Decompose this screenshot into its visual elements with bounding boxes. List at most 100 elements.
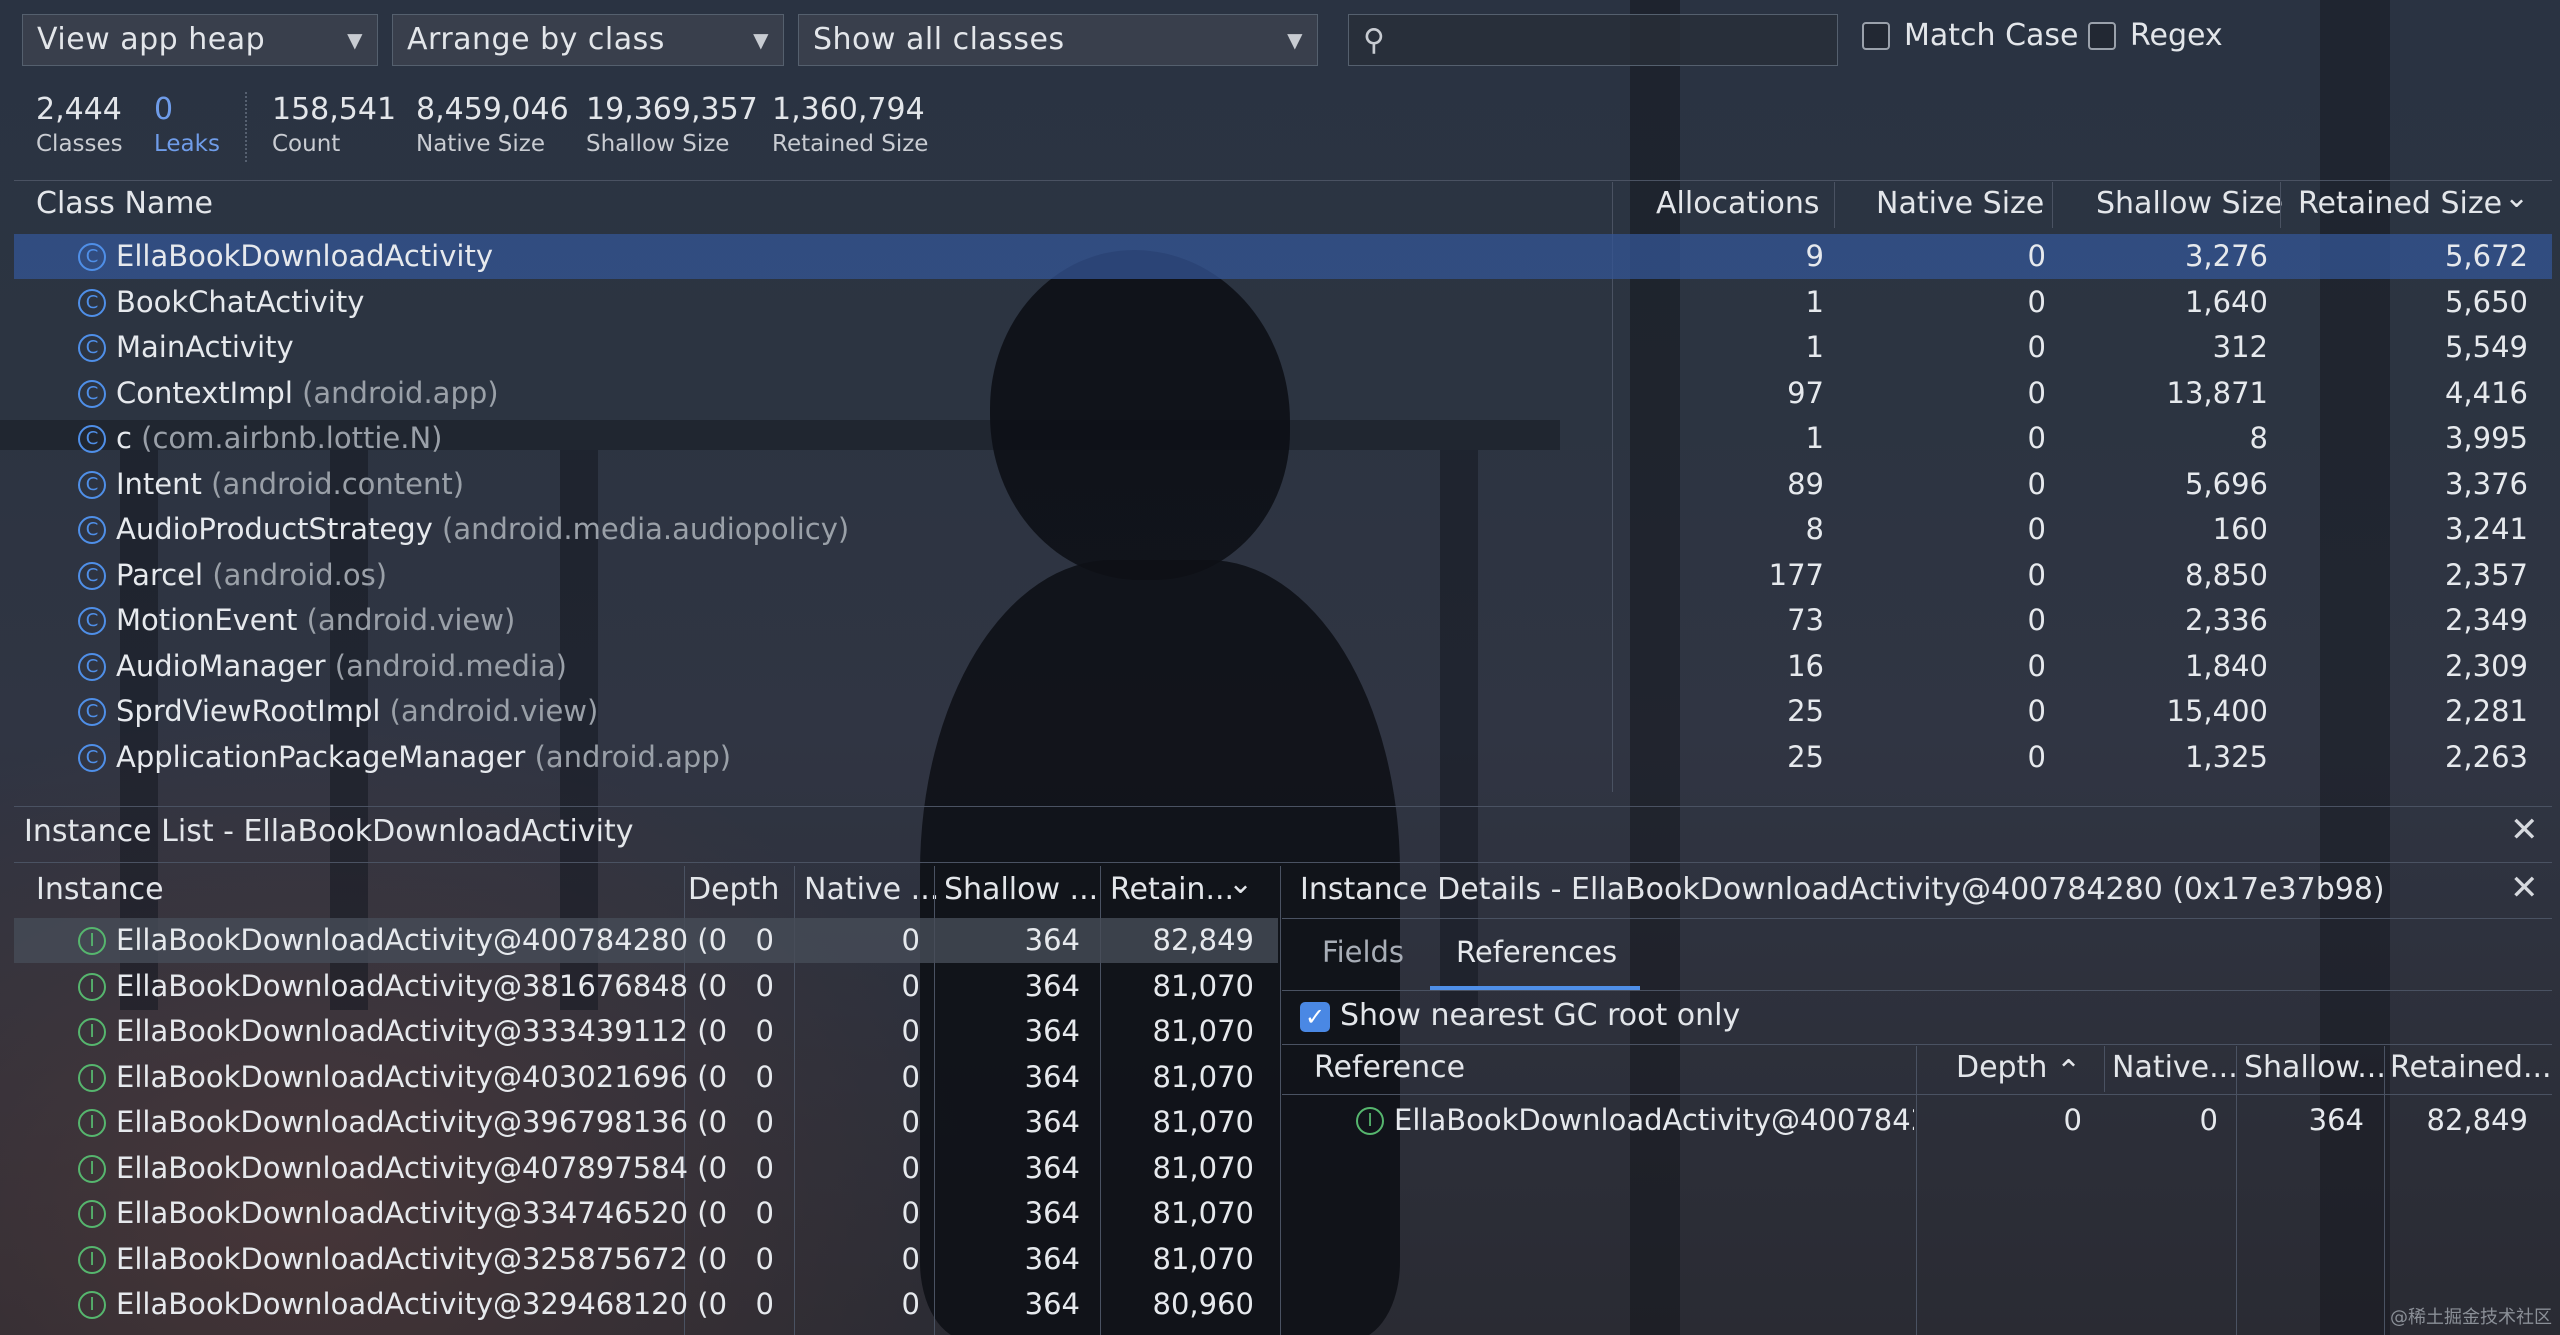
class-name: BookChatActivity bbox=[116, 280, 364, 325]
match-case-label: Match Case bbox=[1904, 18, 2079, 53]
gc-root-checkbox[interactable]: ✓ bbox=[1300, 1002, 1330, 1032]
cell-retained: 81,070 bbox=[1152, 1059, 1254, 1094]
col-ref-depth[interactable]: Depth bbox=[1956, 1050, 2047, 1085]
instance-list-title: Instance List - EllaBookDownloadActivity bbox=[24, 814, 634, 849]
tab-references[interactable]: References bbox=[1456, 935, 1617, 969]
class-package: (android.os) bbox=[212, 557, 388, 592]
stat-classes: 2,444 Classes bbox=[36, 92, 123, 157]
instance-id: EllaBookDownloadActivity@329468120 bbox=[116, 1287, 689, 1321]
class-icon: C bbox=[78, 516, 106, 544]
table-row[interactable]: C Intent (android.content) 89 0 5,696 3,376 bbox=[14, 462, 2552, 507]
col-shallow-size[interactable]: Shallow Size bbox=[2096, 186, 2283, 221]
table-row[interactable]: I EllaBookDownloadActivity@329468120 (0 0 0… bbox=[14, 1282, 1278, 1327]
col-shallow[interactable]: Shallow ... bbox=[944, 872, 1098, 907]
stat-label: Count bbox=[272, 131, 341, 157]
cell-native: 0 bbox=[901, 1105, 920, 1139]
search-input[interactable]: ⚲ bbox=[1348, 14, 1838, 66]
table-row[interactable]: C MainActivity 1 0 312 5,549 bbox=[14, 325, 2552, 370]
cell-native: 0 bbox=[2027, 284, 2046, 319]
class-icon: C bbox=[78, 379, 106, 408]
divider bbox=[14, 862, 2552, 863]
table-row[interactable]: C BookChatActivity 1 0 1,640 5,650 bbox=[14, 280, 2552, 325]
arrange-select-value: Arrange by class bbox=[407, 22, 665, 57]
cell-shallow: 364 bbox=[1024, 1150, 1080, 1185]
match-case-checkbox[interactable] bbox=[1862, 22, 1890, 50]
col-retained-size[interactable]: Retained Size bbox=[2298, 186, 2502, 221]
col-ref-retained[interactable]: Retained... bbox=[2390, 1050, 2552, 1085]
gc-root-label: Show nearest GC root only bbox=[1340, 998, 1741, 1033]
cell-shallow: 3,276 bbox=[2184, 239, 2268, 273]
table-row[interactable]: C Parcel (android.os) 177 0 8,850 2,357 bbox=[14, 553, 2552, 598]
cell-alloc: 9 bbox=[1805, 239, 1824, 273]
divider bbox=[2052, 182, 2053, 228]
table-row[interactable]: I EllaBookDownloadActivity@407897584 (0 0 0… bbox=[14, 1146, 1278, 1191]
cell-native: 0 bbox=[2027, 603, 2046, 637]
class-name: Intent (android.content) bbox=[116, 462, 464, 507]
table-row[interactable]: C ContextImpl (android.app) 97 0 13,871 4,416 bbox=[14, 371, 2552, 416]
table-row[interactable]: C SprdViewRootImpl (android.view) 25 0 15,40… bbox=[14, 689, 2552, 734]
col-instance[interactable]: Instance bbox=[36, 872, 164, 907]
instance-icon: I bbox=[78, 927, 106, 955]
stat-value: 1,360,794 bbox=[772, 92, 925, 127]
divider bbox=[14, 180, 2552, 181]
heap-select[interactable]: View app heap ▼ bbox=[22, 14, 378, 66]
table-row[interactable]: I EllaBookDownloadActivity@400784280 (0 0 0… bbox=[14, 918, 1278, 963]
sort-desc-icon: ⌄ bbox=[2504, 180, 2530, 215]
stat-leaks[interactable]: 0 Leaks bbox=[154, 92, 220, 157]
cell-native: 0 bbox=[2027, 512, 2046, 546]
divider bbox=[2280, 182, 2281, 228]
table-row[interactable]: I EllaBookDownloadActivity@381676848 (0 0 0… bbox=[14, 964, 1278, 1009]
table-row[interactable]: C MotionEvent (android.view) 73 0 2,336 2,349 bbox=[14, 598, 2552, 643]
col-class-name[interactable]: Class Name bbox=[36, 186, 213, 221]
class-filter-select[interactable]: Show all classes ▼ bbox=[798, 14, 1318, 66]
class-name: ApplicationPackageManager (android.app) bbox=[116, 735, 731, 780]
tab-fields[interactable]: Fields bbox=[1322, 935, 1404, 969]
class-name: MotionEvent (android.view) bbox=[116, 598, 515, 643]
divider bbox=[2104, 1046, 2105, 1092]
table-row[interactable]: I EllaBookDownloadActivity@403021696 (0 0 0… bbox=[14, 1055, 1278, 1100]
class-name: AudioProductStrategy (android.media.audi… bbox=[116, 507, 849, 552]
class-simple-name: BookChatActivity bbox=[116, 284, 365, 319]
col-ref-shallow[interactable]: Shallow... bbox=[2244, 1050, 2386, 1085]
col-allocations[interactable]: Allocations bbox=[1656, 186, 1820, 221]
table-row[interactable]: I EllaBookDownloadActivity@334746520 (0 0 0… bbox=[14, 1191, 1278, 1236]
cell-retained: 2,349 bbox=[2444, 603, 2528, 637]
table-row[interactable]: Cc (com.airbnb.lottie.N) 1 0 8 3,995 bbox=[14, 416, 2552, 461]
col-native[interactable]: Native ... bbox=[804, 872, 939, 907]
instance-id: EllaBookDownloadActivity@333439112 bbox=[116, 1014, 689, 1048]
cell-shallow: 13,871 bbox=[2166, 375, 2268, 410]
regex-checkbox[interactable] bbox=[2088, 22, 2116, 50]
stat-label: Shallow Size bbox=[586, 131, 730, 157]
col-depth[interactable]: Depth bbox=[688, 872, 779, 907]
arrange-select[interactable]: Arrange by class ▼ bbox=[392, 14, 784, 66]
stat-value: 19,369,357 bbox=[586, 92, 758, 127]
stat-label: Classes bbox=[36, 131, 123, 157]
table-row[interactable]: I EllaBookDownloadActivity@325875672 (0 0 0… bbox=[14, 1237, 1278, 1282]
close-icon[interactable]: ✕ bbox=[2510, 868, 2539, 908]
cell-shallow: 364 bbox=[1024, 923, 1080, 957]
table-row[interactable]: I EllaBookDownloadActivity@40078428(0 0 364… bbox=[1282, 1098, 2552, 1143]
col-ref-native[interactable]: Native... bbox=[2112, 1050, 2238, 1085]
col-reference[interactable]: Reference bbox=[1314, 1050, 1465, 1085]
class-simple-name: ContextImpl bbox=[116, 375, 293, 410]
cell-alloc: 8 bbox=[1805, 512, 1824, 546]
divider bbox=[14, 806, 2552, 807]
class-name: SprdViewRootImpl (android.view) bbox=[116, 689, 598, 734]
instance-icon: I bbox=[78, 1109, 106, 1137]
class-simple-name: SprdViewRootImpl bbox=[116, 694, 381, 728]
col-native-size[interactable]: Native Size bbox=[1876, 186, 2044, 221]
cell-depth: 0 bbox=[755, 1150, 774, 1185]
table-row[interactable]: C ApplicationPackageManager (android.app)… bbox=[14, 735, 2552, 780]
cell-shallow: 8 bbox=[2249, 421, 2268, 455]
table-row[interactable]: C AudioManager (android.media) 16 0 1,840 2,3… bbox=[14, 644, 2552, 689]
class-icon: C bbox=[78, 607, 106, 635]
table-row[interactable]: C EllaBookDownloadActivity 9 0 3,276 5,672 bbox=[14, 234, 2552, 279]
close-icon[interactable]: ✕ bbox=[2510, 810, 2539, 850]
table-row[interactable]: C AudioProductStrategy (android.media.aud… bbox=[14, 507, 2552, 552]
chevron-down-icon: ▼ bbox=[753, 28, 769, 52]
divider bbox=[2384, 1046, 2385, 1335]
table-row[interactable]: I EllaBookDownloadActivity@333439112 (0 0 0… bbox=[14, 1009, 1278, 1054]
table-row[interactable]: I EllaBookDownloadActivity@396798136 (0 0 0… bbox=[14, 1100, 1278, 1145]
col-retained[interactable]: Retain... bbox=[1110, 872, 1234, 907]
divider bbox=[1282, 1094, 2552, 1095]
